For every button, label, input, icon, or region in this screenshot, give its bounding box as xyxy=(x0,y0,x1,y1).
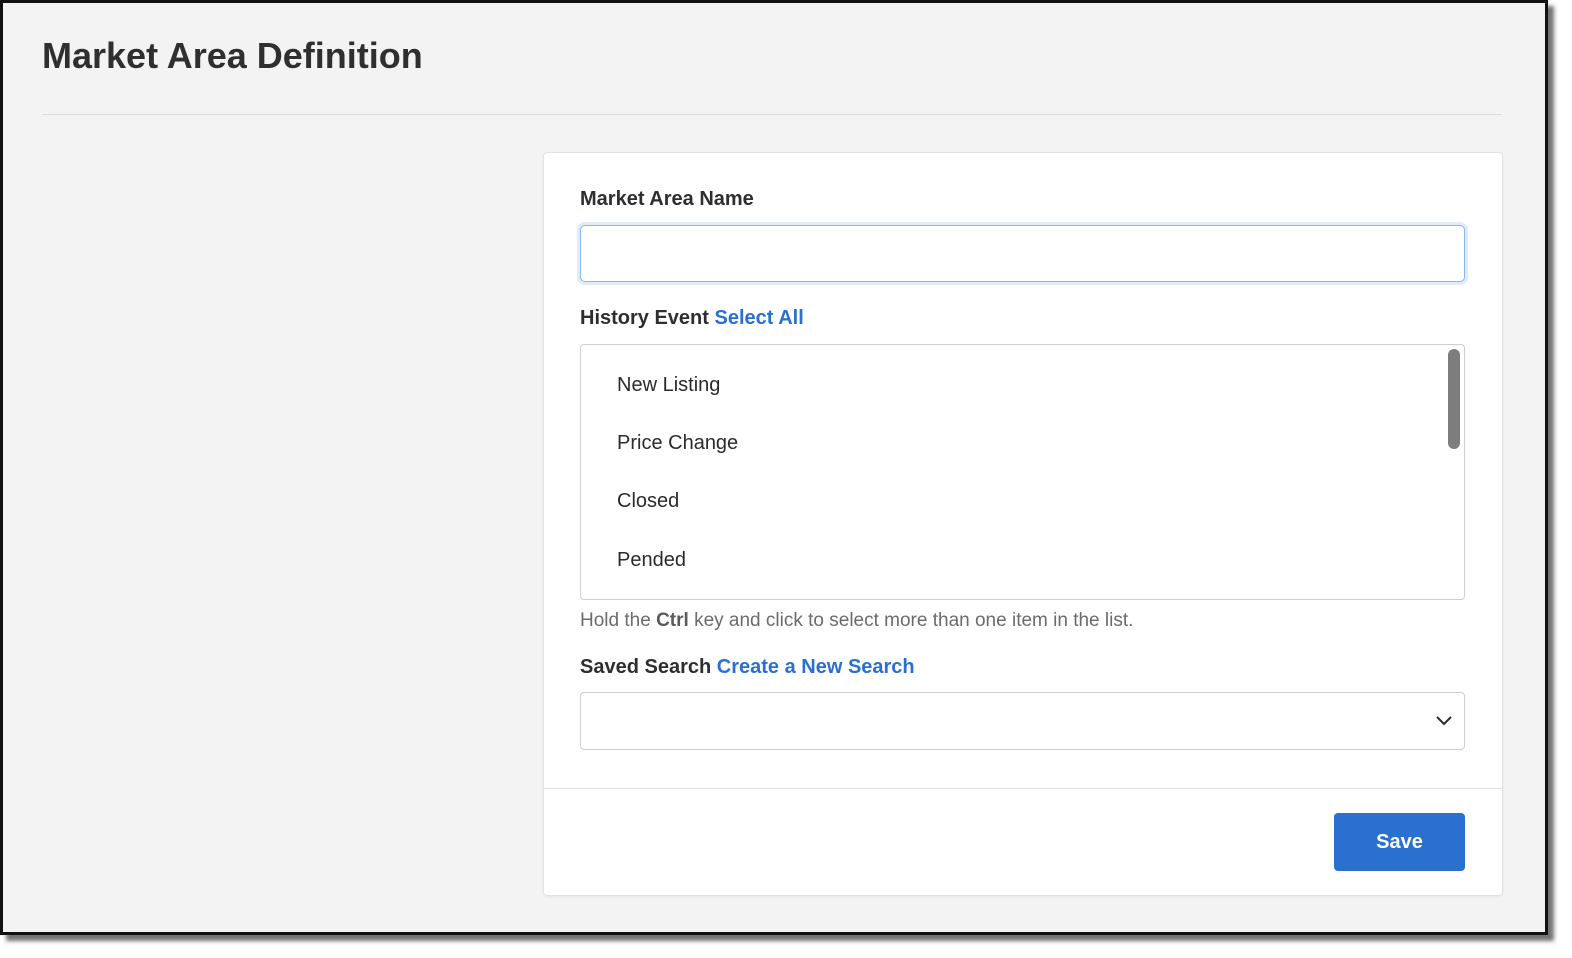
create-new-search-link[interactable]: Create a New Search xyxy=(717,656,915,678)
multi-select-help-text: Hold the Ctrl key and click to select mo… xyxy=(580,608,1133,634)
history-event-listbox[interactable]: New Listing Price Change Closed Pended xyxy=(580,344,1465,600)
help-text-prefix: Hold the xyxy=(580,610,651,631)
chevron-down-icon xyxy=(1436,716,1452,726)
saved-search-select[interactable] xyxy=(580,692,1465,750)
market-area-name-label: Market Area Name xyxy=(580,188,754,210)
save-button[interactable]: Save xyxy=(1334,813,1465,871)
saved-search-label-row: Saved Search Create a New Search xyxy=(580,654,915,680)
history-option-price-change[interactable]: Price Change xyxy=(617,430,738,456)
footer-divider xyxy=(544,788,1502,789)
help-text-suffix: key and click to select more than one it… xyxy=(694,610,1134,631)
app-window: Market Area Definition Market Area Name … xyxy=(0,0,1548,935)
market-area-form-card: Market Area Name History Event Select Al… xyxy=(543,152,1503,896)
listbox-scrollbar[interactable] xyxy=(1448,349,1460,449)
history-event-label-row: History Event Select All xyxy=(580,305,804,331)
history-option-new-listing[interactable]: New Listing xyxy=(617,372,720,398)
select-all-link[interactable]: Select All xyxy=(715,307,804,329)
history-event-label: History Event xyxy=(580,307,709,329)
history-option-pended[interactable]: Pended xyxy=(617,547,686,573)
title-divider xyxy=(42,114,1502,115)
history-option-closed[interactable]: Closed xyxy=(617,488,679,514)
help-text-key: Ctrl xyxy=(656,610,689,631)
page-title: Market Area Definition xyxy=(42,35,423,76)
market-area-name-input[interactable] xyxy=(580,225,1465,282)
saved-search-label: Saved Search xyxy=(580,656,712,678)
